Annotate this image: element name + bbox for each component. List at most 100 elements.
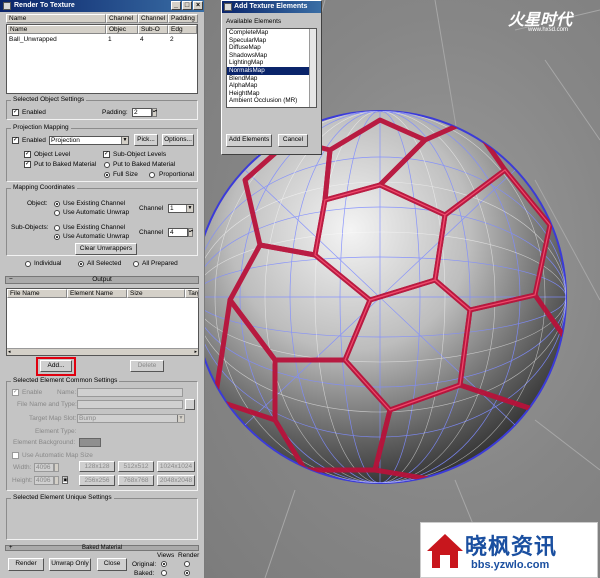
object-use-existing-radio[interactable] (54, 201, 60, 207)
col-header-object[interactable]: Objec (106, 25, 138, 34)
height-field[interactable]: 4096 (34, 476, 54, 485)
all-selected-radio[interactable] (78, 261, 84, 267)
add-elements-button[interactable]: Add Elements (226, 134, 272, 147)
list-item[interactable]: CompleteMap (227, 29, 316, 37)
list-item[interactable]: ShadowsMap (227, 52, 316, 60)
padding-spinner[interactable]: ▴▾ (152, 108, 157, 117)
render-original-radio[interactable] (184, 561, 190, 567)
object-auto-unwrap-radio[interactable] (54, 210, 60, 216)
list-item[interactable]: SpecularMap (227, 37, 316, 45)
sub-auto-unwrap-label: Use Automatic Unwrap (63, 233, 130, 240)
lock-icon[interactable]: ▣ (62, 476, 68, 484)
size-preset-1024[interactable]: 1024x1024 (157, 461, 195, 472)
clear-unwrappers-button[interactable]: Clear Unwrappers (75, 243, 137, 255)
table-row[interactable]: Ball_Unwrapped 1 4 2 (7, 36, 197, 45)
col-header-target[interactable]: Targ (185, 289, 199, 298)
object-channel-label: Channel (139, 205, 164, 212)
output-rollout-header[interactable]: − Output (5, 276, 199, 284)
col-header-name-2[interactable]: Name (7, 25, 106, 34)
list-item[interactable]: AlphaMap (227, 82, 316, 90)
col-header-channel[interactable]: Channel (106, 14, 138, 23)
hxsd-logo: 火星时代 www.hxsd.com (508, 6, 596, 36)
list-item[interactable]: Ambient Occlusion (MR) (227, 97, 316, 105)
all-prepared-radio[interactable] (133, 261, 139, 267)
projection-dropdown[interactable]: Projection ▼ (49, 136, 129, 145)
unwrap-only-button[interactable]: Unwrap Only (49, 558, 91, 571)
full-size-radio[interactable] (104, 172, 110, 178)
size-preset-256[interactable]: 256x256 (79, 475, 115, 486)
element-background-label: Element Background: (13, 439, 76, 446)
soccer-ball-mesh[interactable] (205, 110, 570, 484)
auto-map-size-checkbox[interactable] (12, 452, 19, 459)
width-label: Width: (13, 464, 32, 471)
target-map-slot-dropdown[interactable]: Bump ▼ (77, 414, 185, 423)
baked-material-rollout-header[interactable]: + Baked Material (5, 545, 199, 551)
sub-channel-field[interactable]: 4 (168, 228, 188, 237)
file-name-field[interactable] (77, 400, 183, 409)
sub-object-levels-checkbox[interactable]: ✓ (103, 151, 110, 158)
projection-enabled-checkbox[interactable]: ✓ (12, 137, 19, 144)
render-baked-radio[interactable] (184, 570, 190, 576)
pick-button[interactable]: Pick... (134, 134, 158, 146)
add-button[interactable]: Add... (40, 360, 72, 372)
element-background-swatch[interactable] (79, 438, 101, 447)
views-baked-radio[interactable] (161, 570, 167, 576)
col-header-edge[interactable]: Edg (168, 25, 197, 34)
list-item[interactable]: DiffuseMap (227, 44, 316, 52)
output-list[interactable]: File Name Element Name Size Targ ◂ ▸ (6, 288, 199, 356)
ate-titlebar[interactable]: Add Texture Elements (222, 1, 321, 13)
file-name-type-label: File Name and Type: (17, 401, 77, 408)
size-preset-512[interactable]: 512x512 (118, 461, 154, 472)
enabled-checkbox[interactable]: ✓ (12, 109, 19, 116)
row-name: Ball_Unwrapped (9, 36, 57, 43)
objects-table[interactable]: Name Objec Sub-O Edg Ball_Unwrapped 1 4 … (6, 24, 198, 94)
close-button[interactable]: Close (97, 558, 127, 571)
object-channel-dropdown[interactable]: 1 ▼ (168, 204, 194, 213)
sub-put-to-baked-radio[interactable] (104, 162, 110, 168)
add-texture-elements-dialog: Add Texture Elements Available Elements … (221, 0, 322, 155)
list-item[interactable]: LightingMap (227, 59, 316, 67)
delete-button[interactable]: Delete (130, 360, 164, 372)
target-map-slot-value: Bump (79, 415, 96, 422)
browse-button[interactable] (185, 399, 195, 410)
put-to-baked-checkbox[interactable]: ✓ (24, 161, 31, 168)
col-header-file-name[interactable]: File Name (7, 289, 67, 298)
width-field[interactable]: 4096 (34, 463, 54, 472)
horizontal-scrollbar[interactable]: ◂ ▸ (7, 348, 198, 355)
col-header-element-name[interactable]: Element Name (67, 289, 127, 298)
maximize-button[interactable]: □ (182, 1, 192, 10)
size-preset-2048[interactable]: 2048x2048 (157, 475, 195, 486)
scroll-left-icon[interactable]: ◂ (8, 349, 11, 355)
size-preset-128[interactable]: 128x128 (79, 461, 115, 472)
sub-channel-spinner[interactable]: ▴▾ (188, 228, 193, 237)
height-spinner[interactable] (54, 476, 59, 485)
render-button[interactable]: Render (8, 558, 44, 571)
padding-field[interactable]: 2 (132, 108, 152, 117)
col-header-size[interactable]: Size (127, 289, 185, 298)
enable-checkbox[interactable]: ✓ (12, 389, 19, 396)
scroll-right-icon[interactable]: ▸ (194, 349, 197, 355)
sub-auto-unwrap-radio[interactable] (54, 234, 60, 240)
available-elements-list[interactable]: CompleteMap SpecularMap DiffuseMap ShadowsM… (226, 28, 317, 108)
cancel-button[interactable]: Cancel (278, 134, 308, 147)
object-level-checkbox[interactable]: ✓ (24, 151, 31, 158)
col-header-channel-2[interactable]: Channel (138, 14, 168, 23)
close-window-button[interactable]: × (193, 1, 203, 10)
rtt-titlebar[interactable]: Render To Texture _ □ × (0, 0, 204, 12)
vertical-scrollbar[interactable] (309, 29, 316, 107)
col-header-padding[interactable]: Padding (168, 14, 198, 23)
proportional-radio[interactable] (149, 172, 155, 178)
individual-radio[interactable] (25, 261, 31, 267)
element-name-field[interactable] (77, 388, 183, 397)
minimize-button[interactable]: _ (171, 1, 181, 10)
options-button[interactable]: Options... (162, 134, 194, 146)
sub-use-existing-radio[interactable] (54, 225, 60, 231)
views-original-radio[interactable] (161, 561, 167, 567)
width-spinner[interactable] (54, 463, 59, 472)
col-header-sub-object[interactable]: Sub-O (138, 25, 168, 34)
list-item[interactable]: BlendMap (227, 75, 316, 83)
list-item[interactable]: NormalsMap (227, 66, 316, 75)
size-preset-768[interactable]: 768x768 (118, 475, 154, 486)
list-item[interactable]: HeightMap (227, 90, 316, 98)
col-header-name[interactable]: Name (6, 14, 106, 23)
